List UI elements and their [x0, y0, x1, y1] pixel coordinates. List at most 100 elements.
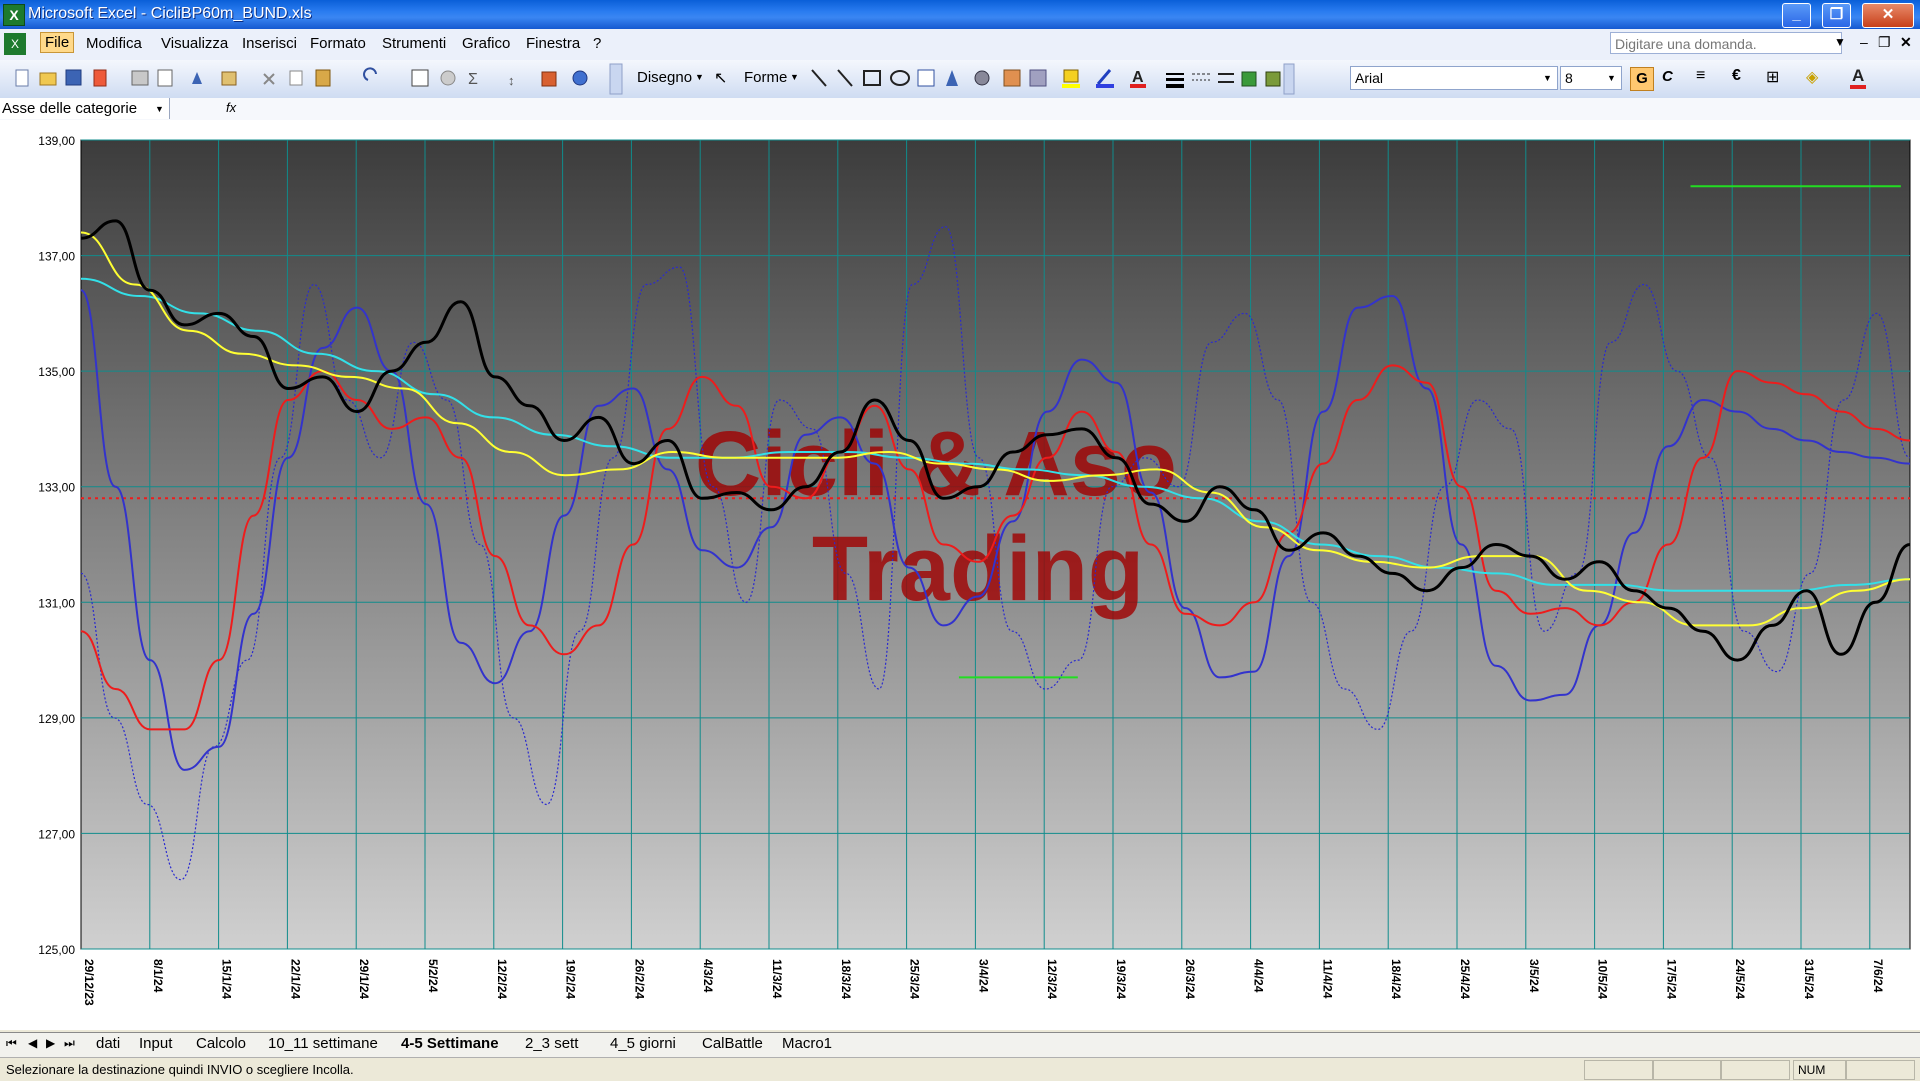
menu-finestra[interactable]: Finestra [526, 35, 580, 52]
bold-button[interactable]: G [1630, 67, 1654, 91]
x-tick-label: 11/3/24 [770, 959, 784, 999]
num-lock-indicator: NUM [1793, 1060, 1847, 1080]
first-sheet-icon[interactable]: ⏮ [6, 1036, 17, 1051]
formula-bar: Asse delle categorie ▼ fx [0, 98, 1920, 121]
sheet-tab-active[interactable]: 4-5 Settimane [401, 1035, 499, 1052]
x-tick-label: 3/4/24 [976, 959, 990, 993]
x-tick-label: 17/5/24 [1664, 959, 1678, 999]
x-tick-label: 24/5/24 [1733, 959, 1747, 999]
title-bar: X Microsoft Excel - CicliBP60m_BUND.xls … [0, 0, 1920, 29]
sheet-tab[interactable]: 4_5 giorni [610, 1035, 676, 1052]
status-cell [1845, 1060, 1915, 1080]
y-tick-label: 131,00 [38, 596, 75, 610]
close-icon[interactable]: ✕ [1900, 34, 1912, 51]
x-tick-label: 19/2/24 [564, 959, 578, 999]
sheet-tab[interactable]: dati [96, 1035, 120, 1052]
svg-text:Σ: Σ [468, 71, 478, 88]
drawing-toolbar-icons[interactable]: A [808, 60, 1328, 98]
prev-sheet-icon[interactable]: ◀ [28, 1036, 37, 1050]
x-tick-label: 15/1/24 [220, 959, 234, 999]
sheet-tabs-bar: ⏮ ◀ ▶ ⏭ dati Input Calcolo 10_11 settima… [0, 1032, 1920, 1057]
x-tick-label: 26/3/24 [1183, 959, 1197, 999]
excel-icon[interactable]: X [3, 4, 25, 26]
y-tick-label: 129,00 [38, 712, 75, 726]
sheet-tab[interactable]: 10_11 settimane [268, 1035, 378, 1052]
menu-inserisci[interactable]: Inserisci [242, 35, 297, 52]
ask-question-input[interactable]: Digitare una domanda. [1610, 32, 1842, 54]
status-cell [1652, 1060, 1722, 1080]
sheet-tab[interactable]: 2_3 sett [525, 1035, 578, 1052]
euro-button[interactable]: € [1732, 67, 1741, 85]
x-tick-label: 3/5/24 [1527, 959, 1541, 993]
x-tick-label: 18/4/24 [1389, 959, 1403, 999]
chevron-down-icon[interactable]: ▼ [155, 104, 164, 114]
toolbar: Σ ↕ Disegno ▼ ↖ Forme ▼ A Arial ▼ 8 ▼ G … [0, 60, 1920, 99]
restore-icon[interactable]: ❐ [1878, 34, 1891, 51]
align-center-icon[interactable]: ≡ [1696, 67, 1705, 85]
menu-modifica[interactable]: Modifica [86, 35, 142, 52]
fx-icon[interactable]: fx [226, 100, 236, 115]
chevron-down-icon[interactable]: ▼ [1607, 73, 1616, 83]
bund-cycles-chart[interactable]: 139,00 137,00 135,00 133,00 131,00 129,00 127,… [0, 120, 1920, 1030]
x-tick-label: 19/3/24 [1114, 959, 1128, 999]
last-sheet-icon[interactable]: ⏭ [64, 1036, 75, 1051]
name-box[interactable]: Asse delle categorie [0, 98, 170, 119]
restore-button[interactable]: ❐ [1822, 3, 1851, 28]
x-tick-label: 22/1/24 [288, 959, 302, 999]
status-bar: Selezionare la destinazione quindi INVIO… [0, 1057, 1920, 1081]
y-tick-label: 139,00 [38, 134, 75, 148]
autoshapes-menu-button[interactable]: Forme [744, 69, 787, 86]
x-tick-label: 4/4/24 [1252, 959, 1266, 993]
standard-toolbar-icons: Σ ↕ [15, 63, 623, 95]
y-tick-label: 137,00 [38, 250, 75, 264]
x-tick-label: 18/3/24 [839, 959, 853, 999]
fill-color-icon[interactable]: ◈ [1806, 67, 1818, 87]
font-color-icon[interactable]: A [1852, 66, 1864, 86]
select-arrow-icon[interactable]: ↖ [714, 68, 727, 88]
x-tick-label: 10/5/24 [1596, 959, 1610, 999]
menu-grafico[interactable]: Grafico [462, 35, 510, 52]
x-tick-label: 31/5/24 [1802, 959, 1816, 999]
status-message: Selezionare la destinazione quindi INVIO… [6, 1062, 354, 1077]
menu-file[interactable]: File [40, 32, 75, 53]
status-cell [1584, 1060, 1654, 1080]
italic-button[interactable]: C [1662, 68, 1673, 85]
menu-bar: X File Modifica Visualizza Inserisci For… [0, 29, 1920, 61]
sheet-tab[interactable]: Macro1 [782, 1035, 832, 1052]
y-tick-label: 127,00 [38, 827, 75, 841]
x-tick-label: 26/2/24 [632, 959, 646, 999]
x-tick-label: 8/1/24 [151, 959, 165, 993]
workbook-icon[interactable]: X [4, 33, 26, 55]
draw-menu-button[interactable]: Disegno [637, 69, 692, 86]
sheet-tab[interactable]: CalBattle [702, 1035, 763, 1052]
window-title: Microsoft Excel - CicliBP60m_BUND.xls [28, 5, 312, 22]
minimize-icon[interactable]: – [1860, 34, 1868, 50]
menu-visualizza[interactable]: Visualizza [161, 35, 228, 52]
menu-help[interactable]: ? [593, 35, 601, 52]
x-tick-label: 25/4/24 [1458, 959, 1472, 999]
x-tick-label: 25/3/24 [908, 959, 922, 999]
chevron-down-icon[interactable]: ▼ [695, 72, 704, 82]
chevron-down-icon[interactable]: ▼ [790, 72, 799, 82]
close-button[interactable]: ✕ [1862, 3, 1914, 28]
chevron-down-icon[interactable]: ▼ [1834, 35, 1846, 49]
chevron-down-icon[interactable]: ▼ [1543, 73, 1552, 83]
font-name-select[interactable]: Arial [1350, 66, 1558, 90]
status-cell [1720, 1060, 1790, 1080]
sheet-tab[interactable]: Input [139, 1035, 172, 1052]
minimize-button[interactable]: _ [1782, 3, 1811, 28]
menu-formato[interactable]: Formato [310, 35, 366, 52]
x-tick-label: 4/3/24 [701, 959, 715, 993]
chart-area[interactable]: 139,00 137,00 135,00 133,00 131,00 129,00 127,… [0, 120, 1920, 1030]
x-tick-label: 11/4/24 [1320, 959, 1334, 999]
next-sheet-icon[interactable]: ▶ [46, 1036, 55, 1050]
borders-icon[interactable]: ⊞ [1766, 67, 1779, 87]
x-tick-label: 7/6/24 [1871, 959, 1885, 993]
font-color-swatch [1850, 85, 1866, 89]
y-tick-label: 125,00 [38, 943, 75, 957]
y-tick-label: 135,00 [38, 365, 75, 379]
menu-strumenti[interactable]: Strumenti [382, 35, 446, 52]
sheet-tab[interactable]: Calcolo [196, 1035, 246, 1052]
watermark-line-2: Trading [812, 518, 1144, 620]
y-tick-label: 133,00 [38, 481, 75, 495]
